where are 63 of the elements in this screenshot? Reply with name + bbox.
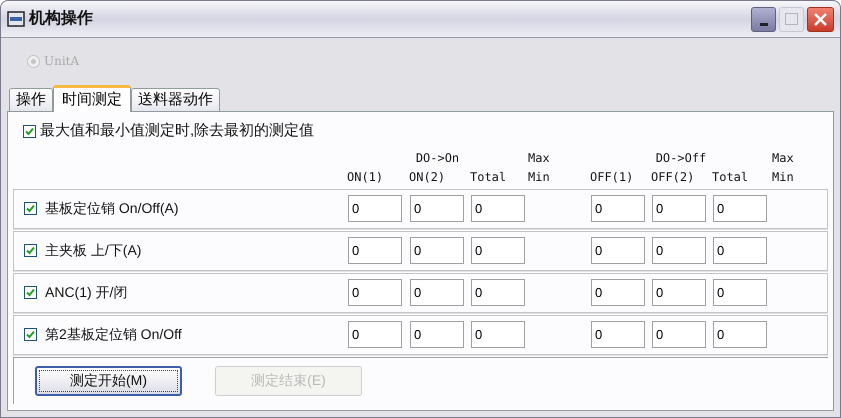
value-field[interactable]: 0 <box>410 195 464 222</box>
checkmark-icon <box>25 126 34 136</box>
column-header: OFF(1) <box>590 170 634 184</box>
row-label: 主夹板 上/下(A) <box>45 241 142 260</box>
window-icon <box>7 11 25 27</box>
value-field[interactable]: 0 <box>713 279 767 306</box>
value-field[interactable]: 0 <box>652 321 706 348</box>
value-field[interactable]: 0 <box>410 279 464 306</box>
value-field[interactable]: 0 <box>713 321 767 348</box>
column-header: Total <box>712 170 748 184</box>
checkmark-icon <box>26 204 35 213</box>
row-label: 基板定位销 On/Off(A) <box>45 199 179 218</box>
value-field[interactable]: 0 <box>652 279 706 306</box>
value-field[interactable]: 0 <box>471 237 525 264</box>
value-field[interactable]: 0 <box>713 237 767 264</box>
column-header: ON(2) <box>409 170 446 184</box>
group-header: DO->On <box>416 150 460 166</box>
minimize-button[interactable] <box>751 6 776 32</box>
column-header: Total <box>470 170 506 184</box>
option-label: 最大值和最小值测定时,除去最初的测定值 <box>40 121 314 141</box>
value-field[interactable]: 0 <box>591 279 645 306</box>
value-field[interactable]: 0 <box>348 195 402 222</box>
group-header: DO->Off <box>656 150 706 166</box>
value-field[interactable]: 0 <box>348 321 402 348</box>
checkmark-icon <box>26 246 35 255</box>
checkbox[interactable] <box>23 124 36 138</box>
close-icon <box>814 12 827 26</box>
column-header: Max <box>772 150 794 164</box>
value-field[interactable]: 0 <box>652 195 706 222</box>
checkmark-icon <box>26 330 35 339</box>
value-field[interactable]: 0 <box>348 237 402 264</box>
value-field[interactable]: 0 <box>591 195 645 222</box>
value-field[interactable]: 0 <box>471 321 525 348</box>
tab[interactable]: 时间测定 <box>53 85 131 112</box>
tab[interactable]: 操作 <box>9 88 53 111</box>
close-button[interactable] <box>807 6 834 32</box>
column-header: ON(1) <box>347 170 384 184</box>
column-header: Min <box>528 170 550 184</box>
checkbox[interactable] <box>24 202 37 215</box>
value-field[interactable]: 0 <box>591 321 645 348</box>
value-field[interactable]: 0 <box>591 237 645 264</box>
action-button[interactable]: 测定开始(M) <box>35 366 182 396</box>
value-field[interactable]: 0 <box>652 237 706 264</box>
window-title: 机构操作 <box>29 8 93 29</box>
value-field[interactable]: 0 <box>410 237 464 264</box>
checkbox[interactable] <box>24 244 37 257</box>
value-field[interactable]: 0 <box>348 279 402 306</box>
value-field[interactable]: 0 <box>471 195 525 222</box>
column-header: Max <box>528 150 550 164</box>
value-field[interactable]: 0 <box>713 195 767 222</box>
minimize-icon <box>760 22 768 26</box>
column-header: Min <box>772 170 794 184</box>
value-field[interactable]: 0 <box>410 321 464 348</box>
checkbox[interactable] <box>24 328 37 341</box>
row-label: 第2基板定位销 On/Off <box>45 325 182 344</box>
checkmark-icon <box>26 288 35 297</box>
maximize-icon <box>785 13 798 25</box>
value-field[interactable]: 0 <box>471 279 525 306</box>
checkbox[interactable] <box>24 286 37 299</box>
radio-label: UnitA <box>44 53 80 70</box>
column-header: OFF(2) <box>651 170 694 184</box>
tab[interactable]: 送料器动作 <box>131 88 220 111</box>
row-label: ANC(1) 开/闭 <box>45 283 128 302</box>
